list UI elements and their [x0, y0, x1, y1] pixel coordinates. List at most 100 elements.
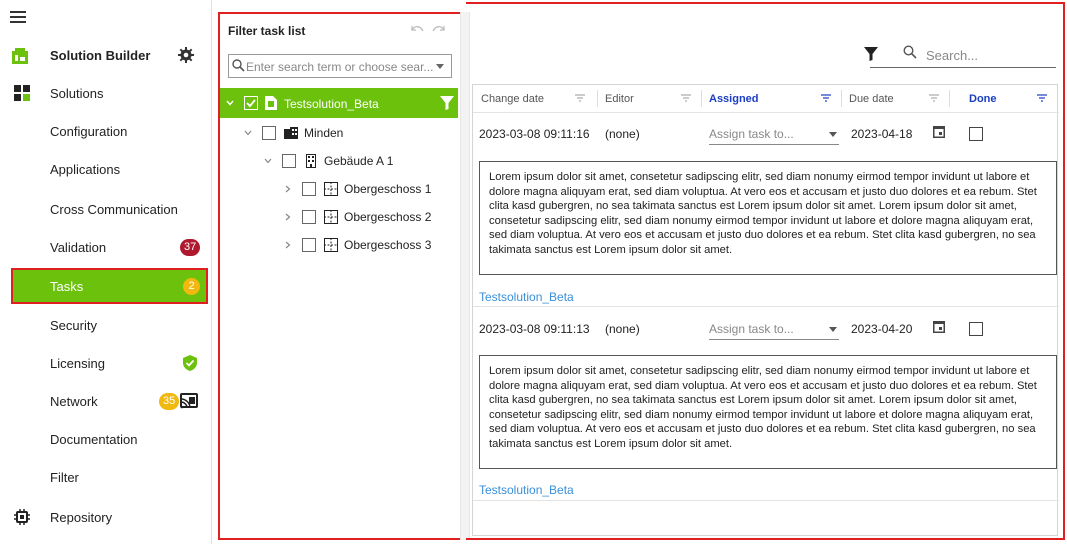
- tree-item-floor-3[interactable]: Obergeschoss 3: [220, 231, 458, 259]
- filter-icon[interactable]: [440, 96, 454, 110]
- sidebar-item-configuration[interactable]: Configuration: [0, 112, 212, 150]
- column-header-done[interactable]: Done: [949, 85, 1057, 112]
- sidebar-item-label: Applications: [50, 161, 121, 177]
- search-icon: [903, 45, 917, 59]
- sidebar-item-label: Repository: [50, 509, 113, 525]
- cast-icon: [180, 393, 198, 409]
- chevron-down-icon[interactable]: [226, 99, 234, 107]
- checkbox[interactable]: [302, 210, 316, 224]
- sidebar-item-label: Configuration: [50, 123, 128, 139]
- task-editor: (none): [605, 127, 640, 141]
- column-header-label: Done: [969, 93, 997, 105]
- chevron-right-icon[interactable]: [284, 185, 292, 193]
- tree-item-label: Obergeschoss 2: [344, 210, 432, 224]
- sidebar-item-label: Validation: [50, 239, 107, 255]
- app-title: Solution Builder: [50, 48, 151, 63]
- filter-search-placeholder: Enter search term or choose sear...: [246, 60, 434, 74]
- done-checkbox[interactable]: [969, 127, 983, 141]
- checkbox[interactable]: [302, 238, 316, 252]
- building-icon: [284, 127, 298, 139]
- tree-item-minden[interactable]: Minden: [220, 119, 458, 147]
- tree-item-label: Testsolution_Beta: [284, 97, 379, 111]
- sidebar-item-documentation[interactable]: Documentation: [0, 420, 212, 458]
- tree-item-floor-2[interactable]: Obergeschoss 2: [220, 203, 458, 231]
- undo-icon[interactable]: [410, 24, 424, 34]
- column-header-editor[interactable]: Editor: [597, 85, 701, 112]
- column-header-due-date[interactable]: Due date: [841, 85, 949, 112]
- chevron-down-icon[interactable]: [244, 129, 252, 137]
- filter-lines-icon[interactable]: [1037, 94, 1047, 102]
- solutions-icon: [14, 85, 30, 101]
- chevron-down-icon: [829, 327, 837, 332]
- task-description: Lorem ipsum dolor sit amet, consetetur s…: [479, 355, 1057, 469]
- checkbox[interactable]: [302, 182, 316, 196]
- filter-lines-icon[interactable]: [929, 94, 939, 102]
- tree-item-label: Gebäude A 1: [324, 154, 394, 168]
- column-header-change-date[interactable]: Change date: [473, 85, 597, 112]
- chevron-down-icon: [829, 132, 837, 137]
- menu-icon[interactable]: [10, 11, 26, 25]
- chevron-down-icon[interactable]: [436, 64, 444, 69]
- assign-task-select[interactable]: Assign task to...: [709, 123, 839, 145]
- task-solution-link[interactable]: Testsolution_Beta: [479, 483, 574, 497]
- column-header-label: Editor: [605, 93, 634, 105]
- sidebar-item-solutions[interactable]: Solutions: [0, 74, 212, 112]
- app-root: Solution Builder Solutions Configuration…: [0, 0, 1067, 544]
- row-divider: [473, 306, 1059, 307]
- tasks-count-badge: 2: [183, 277, 200, 295]
- calendar-icon[interactable]: [933, 125, 945, 138]
- filter-search-input[interactable]: Enter search term or choose sear...: [228, 54, 452, 78]
- gear-icon[interactable]: [178, 47, 194, 63]
- assign-task-placeholder: Assign task to...: [709, 127, 794, 141]
- tree-item-label: Minden: [304, 126, 344, 140]
- row-divider: [473, 500, 1059, 501]
- column-header-label: Due date: [849, 93, 894, 105]
- sidebar-item-label: Security: [50, 317, 97, 333]
- checkbox[interactable]: [262, 126, 276, 140]
- solution-builder-logo: [12, 48, 28, 64]
- floor-icon: [324, 182, 338, 196]
- column-header-label: Assigned: [709, 93, 759, 105]
- sidebar-item-tasks[interactable]: Tasks 2: [11, 268, 208, 304]
- filter-lines-icon[interactable]: [681, 94, 691, 102]
- task-change-date: 2023-03-08 09:11:16: [479, 127, 590, 141]
- redo-icon[interactable]: [432, 24, 446, 34]
- network-count-badge: 35: [159, 392, 180, 410]
- tree-item-floor-1[interactable]: Obergeschoss 1: [220, 175, 458, 203]
- solution-file-icon: [265, 96, 277, 110]
- chevron-right-icon[interactable]: [284, 213, 292, 221]
- checkbox[interactable]: [282, 154, 296, 168]
- sidebar-item-filter[interactable]: Filter: [0, 458, 212, 496]
- task-due-date: 2023-04-20: [851, 322, 913, 336]
- sidebar-item-label: Cross Communication: [50, 201, 178, 217]
- filter-lines-icon[interactable]: [575, 94, 585, 102]
- assign-task-select[interactable]: Assign task to...: [709, 318, 839, 340]
- sidebar-item-applications[interactable]: Applications: [0, 150, 212, 188]
- sidebar-item-label: Filter: [50, 469, 79, 485]
- sidebar-item-security[interactable]: Security: [0, 306, 212, 344]
- sidebar-item-validation[interactable]: Validation 37: [0, 228, 212, 266]
- sidebar-item-repository[interactable]: Repository: [0, 498, 212, 536]
- task-solution-link[interactable]: Testsolution_Beta: [479, 290, 574, 304]
- sidebar-item-label: Network: [50, 393, 98, 409]
- task-table: Change date Editor Assigned Due date Don…: [472, 84, 1059, 536]
- search-icon: [232, 59, 245, 72]
- tree-item-root[interactable]: Testsolution_Beta: [220, 88, 458, 118]
- checkbox-checked[interactable]: [244, 96, 258, 110]
- column-header-assigned[interactable]: Assigned: [701, 85, 841, 112]
- chevron-down-icon[interactable]: [264, 157, 272, 165]
- sidebar: Solution Builder Solutions Configuration…: [0, 0, 212, 544]
- sidebar-item-network[interactable]: Network 35: [0, 382, 212, 420]
- chevron-right-icon[interactable]: [284, 241, 292, 249]
- calendar-icon[interactable]: [933, 320, 945, 333]
- repository-icon: [14, 509, 30, 525]
- filter-lines-icon[interactable]: [821, 94, 831, 102]
- sidebar-item-licensing[interactable]: Licensing: [0, 344, 212, 382]
- sidebar-item-label: Solutions: [50, 85, 104, 101]
- row-divider: [473, 112, 1059, 113]
- task-change-date: 2023-03-08 09:11:13: [479, 322, 590, 336]
- tree-item-gebaeude[interactable]: Gebäude A 1: [220, 147, 458, 175]
- done-checkbox[interactable]: [969, 322, 983, 336]
- validation-count-badge: 37: [180, 238, 201, 256]
- sidebar-item-cross-communication[interactable]: Cross Communication: [0, 190, 212, 228]
